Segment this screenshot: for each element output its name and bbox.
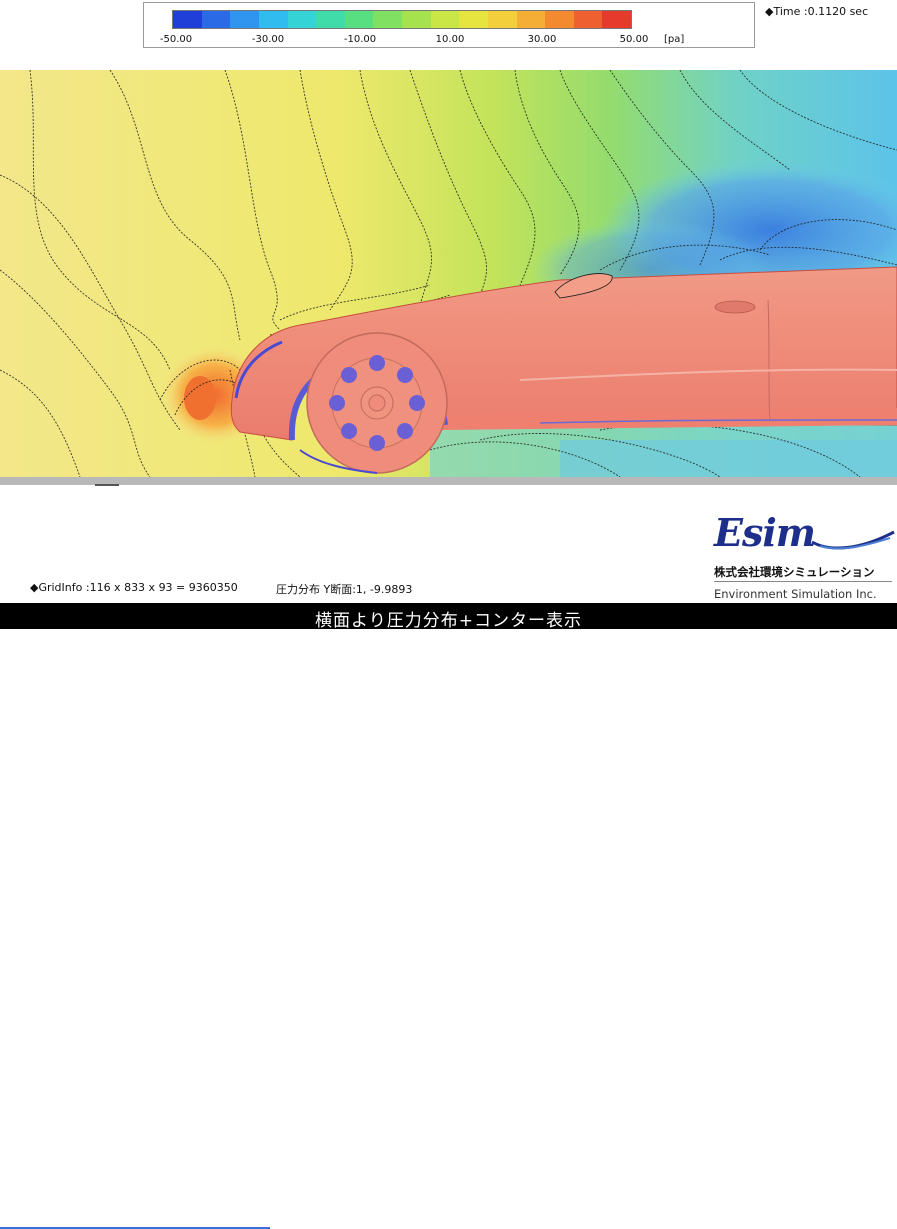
colorbar-segment — [545, 11, 574, 28]
colorbar-segment — [173, 11, 202, 28]
colorbar-ticks: -50.00 -30.00 -10.00 10.00 30.00 50.00 — [144, 34, 754, 48]
simulation-view — [0, 70, 897, 477]
colorbar-segment — [344, 11, 374, 28]
colorbar-segment — [287, 11, 317, 28]
company-logo: Esim 株式会社環境シミュレーション Environment Simulati… — [708, 510, 897, 603]
colorbar-segment — [230, 11, 259, 28]
colorbar-unit: [pa] — [664, 34, 685, 45]
colorbar-segment — [516, 11, 546, 28]
pressure-colorbar: -50.00 -30.00 -10.00 10.00 30.00 50.00 [… — [143, 2, 755, 48]
colorbar-segment — [373, 11, 402, 28]
caption-text: 横面より圧力分布+コンター表示 — [315, 611, 582, 631]
logo-company-name-jp: 株式会社環境シミュレーション — [714, 565, 875, 579]
slice-info-label: 圧力分布 Y断面:1, -9.9893 — [276, 583, 413, 596]
colorbar-tick: 30.00 — [527, 34, 557, 45]
logo-company-name-en: Environment Simulation Inc. — [714, 587, 877, 601]
pressure-field-render — [0, 70, 897, 477]
colorbar-segment — [430, 11, 460, 28]
logo-mark: Esim — [714, 510, 816, 555]
time-readout: ◆Time :0.1120 sec — [765, 5, 869, 18]
colorbar-tick: 50.00 — [619, 34, 649, 45]
colorbar-tick: -10.00 — [343, 34, 377, 45]
colorbar-tick: -30.00 — [251, 34, 285, 45]
colorbar-segment — [602, 11, 631, 28]
colorbar-segment — [258, 11, 288, 28]
colorbar-segment — [402, 11, 431, 28]
colorbar-segment — [201, 11, 231, 28]
colorbar-tick: -50.00 — [159, 34, 193, 45]
logo-swoosh-icon — [811, 530, 895, 550]
colorbar-gradient — [172, 10, 632, 29]
colorbar-tick: 10.00 — [435, 34, 465, 45]
colorbar-segment — [487, 11, 517, 28]
colorbar-segment — [316, 11, 345, 28]
viewport-marker — [95, 484, 119, 486]
caption-bar: 横面より圧力分布+コンター表示 — [0, 603, 897, 1229]
viewport-bottom-band — [0, 477, 897, 485]
colorbar-segment — [459, 11, 488, 28]
logo-divider — [714, 581, 892, 582]
grid-info-label: ◆GridInfo :116 x 833 x 93 = 9360350 — [30, 581, 238, 594]
colorbar-segment — [573, 11, 603, 28]
